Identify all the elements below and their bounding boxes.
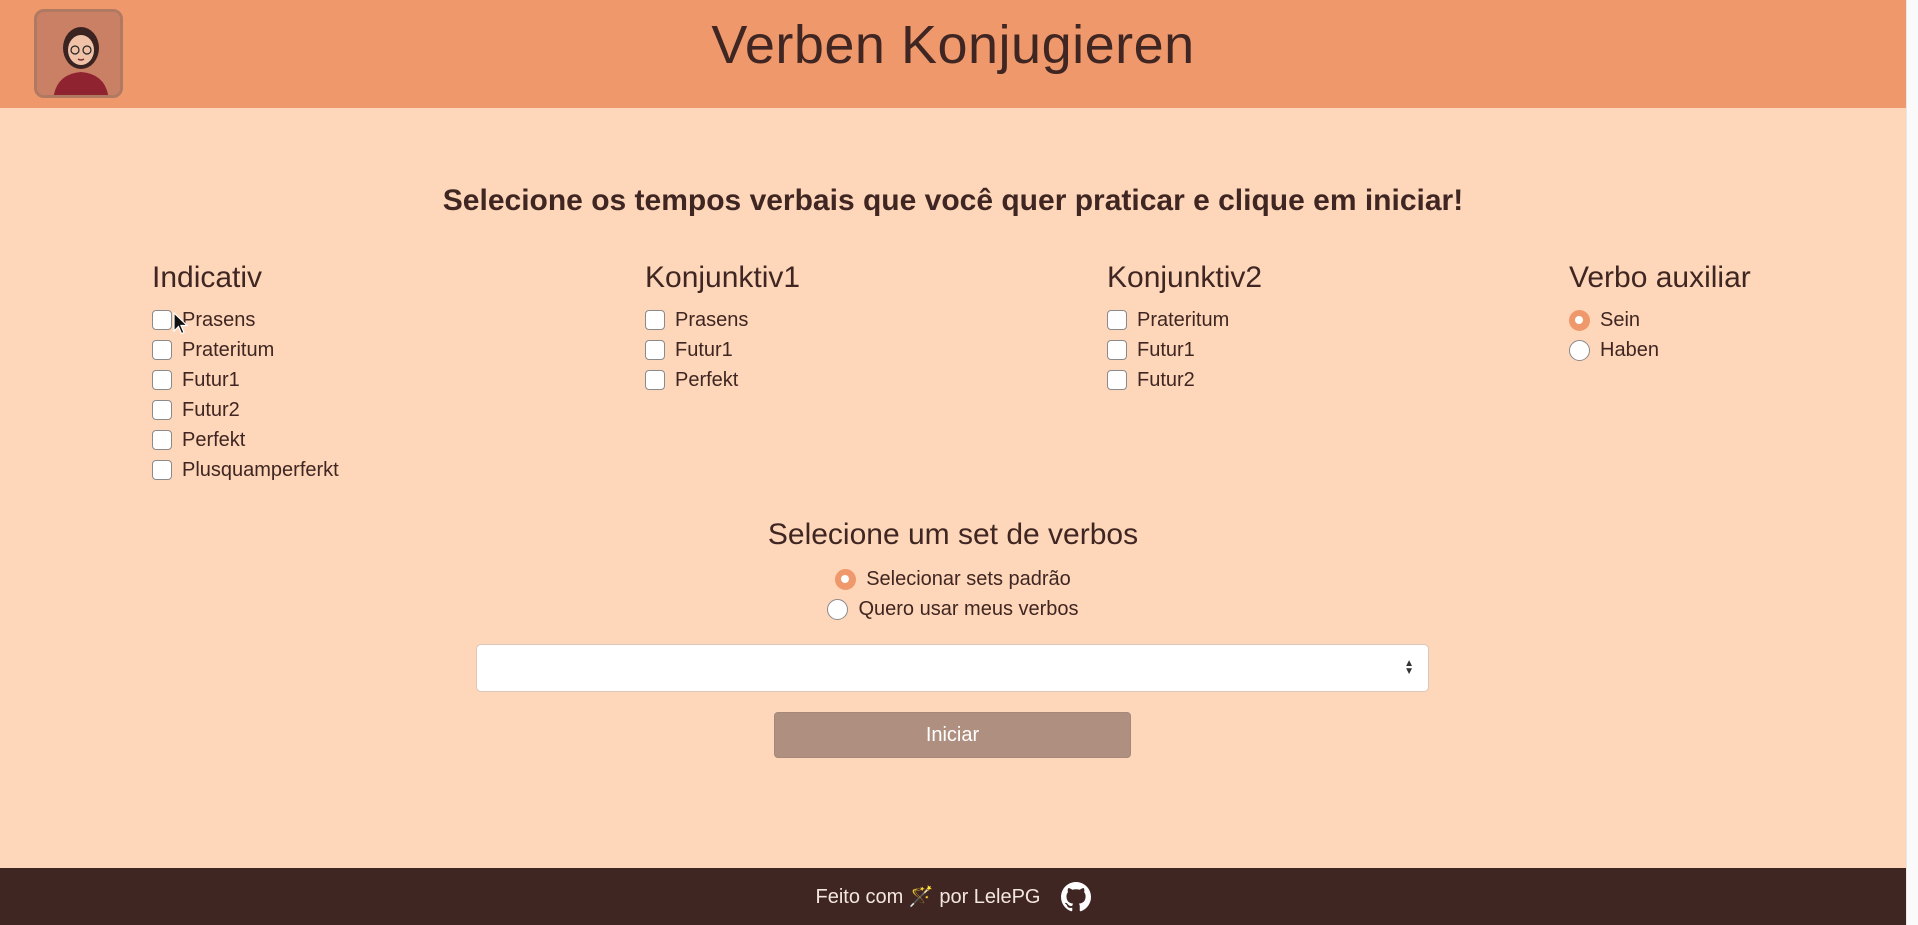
start-button[interactable]: Iniciar (774, 712, 1131, 758)
konjunktiv1-option[interactable]: Perfekt (645, 365, 800, 395)
verb-set-options: Selecionar sets padrão Quero usar meus v… (0, 564, 1906, 624)
option-label: Haben (1600, 338, 1659, 361)
checkbox[interactable] (1107, 310, 1127, 330)
konjunktiv1-group: Konjunktiv1 Prasens Futur1 Perfekt (645, 261, 800, 395)
checkbox[interactable] (152, 400, 172, 420)
radio-button[interactable] (827, 598, 849, 620)
scrollbar[interactable] (1906, 0, 1918, 925)
option-label: Plusquamperferkt (182, 458, 339, 481)
konjunktiv2-option[interactable]: Futur1 (1107, 335, 1262, 365)
instruction-text: Selecione os tempos verbais que você que… (442, 184, 1464, 217)
option-label: Selecionar sets padrão (866, 567, 1071, 590)
checkbox[interactable] (645, 310, 665, 330)
konjunktiv1-option[interactable]: Prasens (645, 305, 800, 335)
option-label: Prasens (182, 308, 256, 331)
option-label: Futur1 (1137, 338, 1195, 361)
auxiliar-option-sein[interactable]: Sein (1569, 305, 1751, 335)
konjunktiv1-option[interactable]: Futur1 (645, 335, 800, 365)
option-label: Sein (1600, 308, 1641, 331)
indicativ-option[interactable]: Futur1 (152, 365, 339, 395)
footer-text: Feito com 🪄 por LelePG (815, 886, 1041, 908)
verb-set-select[interactable]: ▲ ▼ (476, 644, 1429, 692)
auxiliar-title: Verbo auxiliar (1569, 261, 1751, 294)
option-label: Futur1 (675, 338, 733, 361)
checkbox[interactable] (645, 370, 665, 390)
konjunktiv2-title: Konjunktiv2 (1107, 261, 1263, 294)
github-icon[interactable] (1060, 881, 1091, 912)
checkbox[interactable] (152, 310, 172, 330)
indicativ-option[interactable]: Futur2 (152, 395, 339, 425)
checkbox[interactable] (1107, 340, 1127, 360)
verb-set-title: Selecione um set de verbos (767, 518, 1139, 551)
indicativ-title: Indicativ (152, 261, 263, 294)
konjunktiv2-option[interactable]: Prateritum (1107, 305, 1262, 335)
option-label: Perfekt (182, 428, 246, 451)
checkbox[interactable] (152, 460, 172, 480)
option-label: Prateritum (182, 338, 275, 361)
option-label: Quero usar meus verbos (858, 597, 1079, 620)
auxiliar-option-haben[interactable]: Haben (1569, 335, 1751, 365)
select-arrows-icon: ▲ ▼ (1404, 658, 1414, 677)
option-label: Futur1 (182, 368, 240, 391)
footer: Feito com 🪄 por LelePG (0, 868, 1906, 925)
checkbox[interactable] (645, 340, 665, 360)
page-title: Verben Konjugieren (711, 15, 1195, 75)
radio-button[interactable] (835, 568, 857, 590)
indicativ-option[interactable]: Perfekt (152, 425, 339, 455)
option-label: Prateritum (1137, 308, 1230, 331)
indicativ-option[interactable]: Plusquamperferkt (152, 455, 339, 485)
option-label: Futur2 (1137, 368, 1195, 391)
indicativ-group: Indicativ Prasens Prateritum Futur1 Futu… (152, 261, 339, 485)
checkbox[interactable] (152, 370, 172, 390)
radio-button[interactable] (1569, 339, 1590, 361)
konjunktiv2-group: Konjunktiv2 Prateritum Futur1 Futur2 (1107, 261, 1262, 395)
auxiliar-group: Verbo auxiliar Sein Haben (1569, 261, 1751, 365)
option-label: Futur2 (182, 398, 240, 421)
verb-set-option-custom[interactable]: Quero usar meus verbos (0, 594, 1906, 624)
konjunktiv1-title: Konjunktiv1 (645, 261, 801, 294)
radio-button[interactable] (1569, 309, 1590, 331)
verb-set-option-default[interactable]: Selecionar sets padrão (0, 564, 1906, 594)
konjunktiv2-option[interactable]: Futur2 (1107, 365, 1262, 395)
indicativ-option[interactable]: Prateritum (152, 335, 339, 365)
option-label: Prasens (675, 308, 749, 331)
mouse-cursor-icon (173, 312, 189, 335)
checkbox[interactable] (1107, 370, 1127, 390)
checkbox[interactable] (152, 430, 172, 450)
header-bar: Verben Konjugieren (0, 0, 1906, 108)
checkbox[interactable] (152, 340, 172, 360)
option-label: Perfekt (675, 368, 739, 391)
